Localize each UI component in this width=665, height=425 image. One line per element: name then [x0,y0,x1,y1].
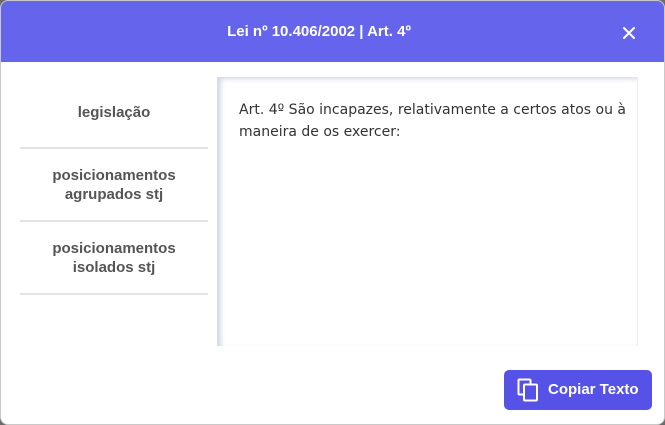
copy-icon [517,378,538,402]
sidebar: legislação posicionamentos agrupados stj… [20,77,208,295]
sidebar-item-label: posicionamentos agrupados stj [52,166,176,203]
article-text: Art. 4º São incapazes, relativamente a c… [239,102,627,140]
dialog: Lei nº 10.406/2002 | Art. 4º legislação … [0,0,665,425]
sidebar-item-posicionamentos-isolados[interactable]: posicionamentos isolados stj [20,222,208,295]
copy-button-label: Copiar Texto [548,381,639,398]
close-icon [623,27,635,39]
sidebar-item-legislacao[interactable]: legislação [20,77,208,149]
close-button[interactable] [617,21,641,45]
dialog-header: Lei nº 10.406/2002 | Art. 4º [1,1,664,62]
article-text-panel: Art. 4º São incapazes, relativamente a c… [217,77,638,346]
sidebar-item-label: legislação [77,103,151,121]
copy-text-button[interactable]: Copiar Texto [504,370,652,410]
sidebar-item-posicionamentos-agrupados[interactable]: posicionamentos agrupados stj [20,149,208,222]
sidebar-item-label: posicionamentos isolados stj [52,239,176,276]
dialog-title: Lei nº 10.406/2002 | Art. 4º [227,23,411,40]
